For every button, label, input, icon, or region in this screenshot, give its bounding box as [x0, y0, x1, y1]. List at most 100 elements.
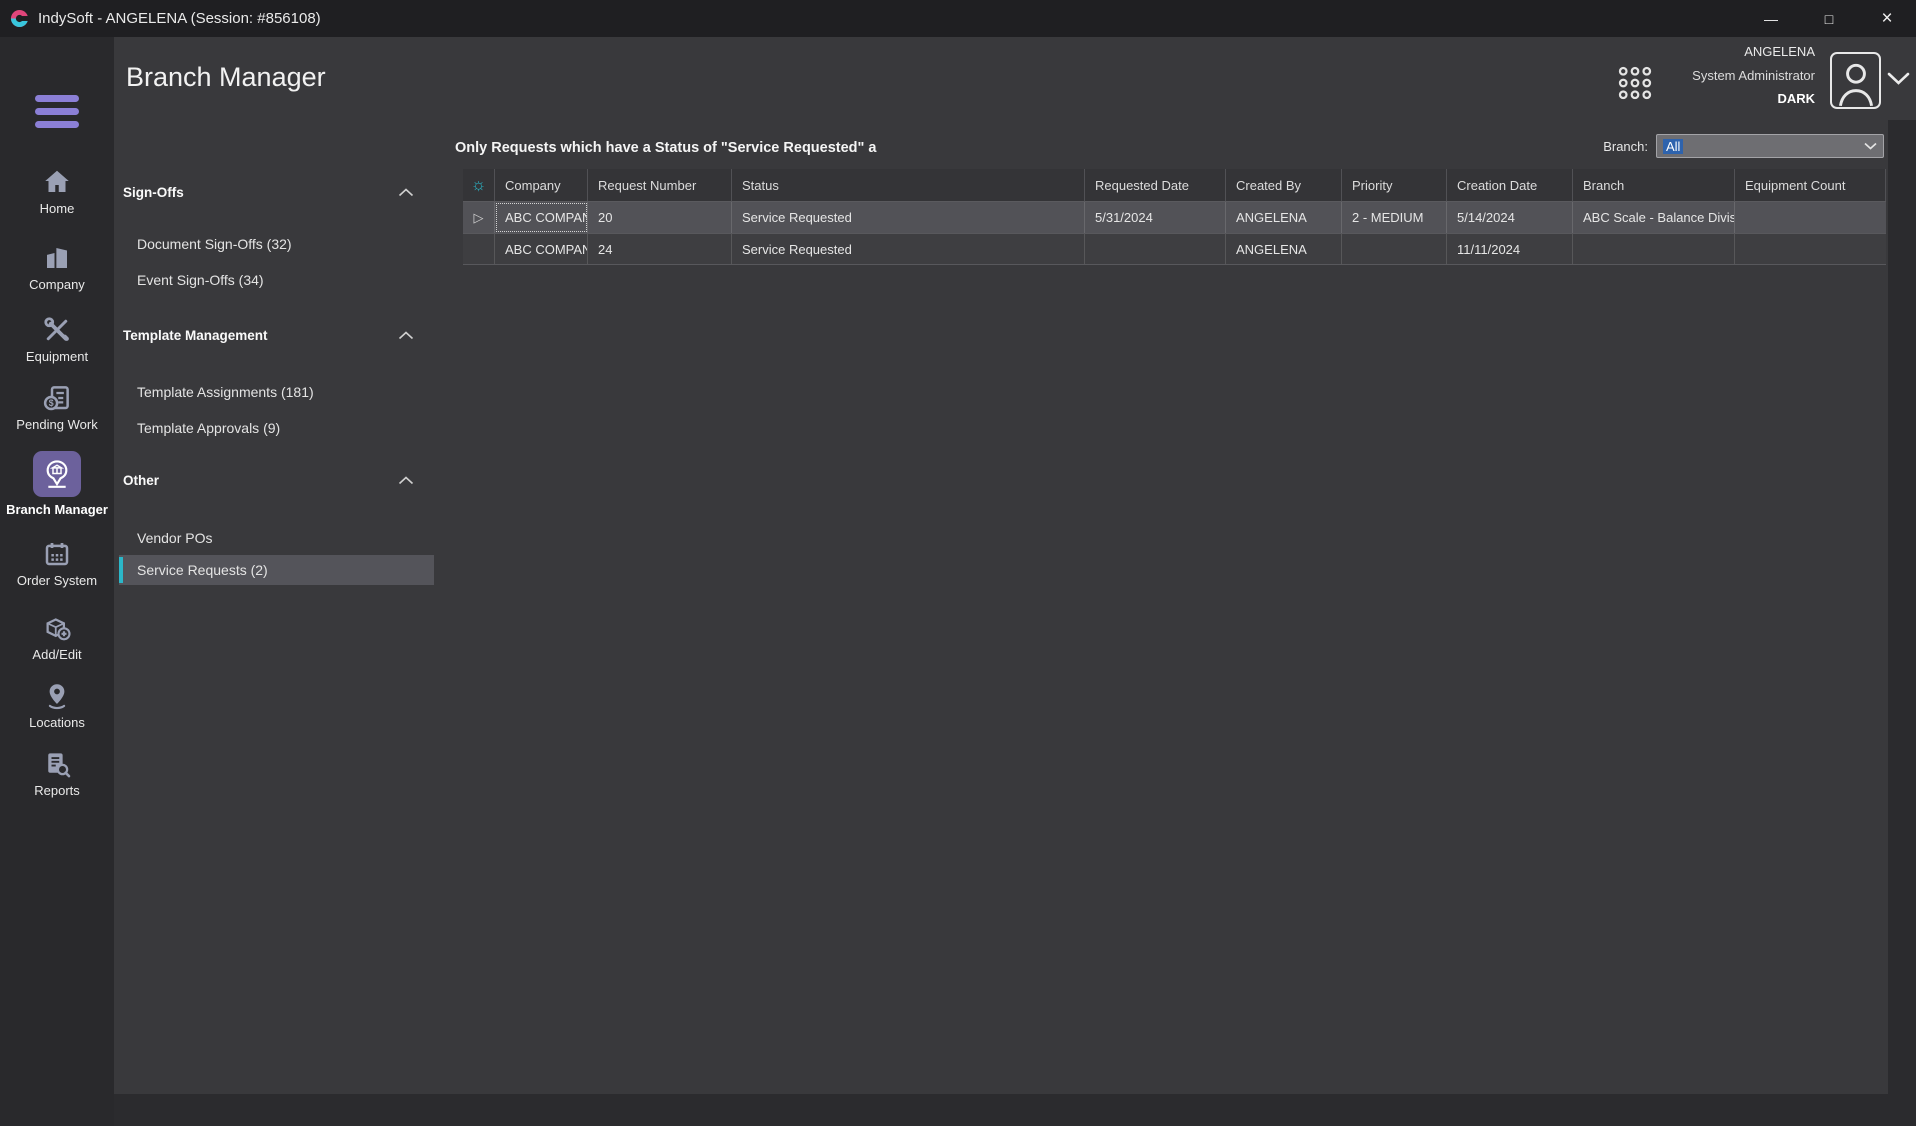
cell-creation-date[interactable]: 11/11/2024 [1447, 234, 1573, 264]
svg-text:$: $ [49, 398, 54, 408]
dropdown-chevron-icon [1864, 142, 1877, 150]
column-header-company[interactable]: Company [495, 169, 588, 201]
sidebar-item-order-system[interactable]: Order System [0, 539, 114, 588]
branch-filter-label: Branch: [1560, 139, 1648, 154]
sidebar-item-label: Equipment [0, 349, 114, 364]
panel-item-label: Vendor POs [137, 530, 213, 546]
grid-section-title: Only Requests which have a Status of "Se… [455, 140, 877, 156]
service-requests-table: ☼ Company Request Number Status Requeste… [463, 169, 1886, 265]
cell-status[interactable]: Service Requested [732, 234, 1085, 264]
table-row[interactable]: ▷ ABC COMPAN 20 Service Requested 5/31/2… [463, 202, 1886, 234]
column-header-created-by[interactable]: Created By [1226, 169, 1342, 201]
sidebar-item-add-edit[interactable]: Add/Edit [0, 613, 114, 662]
cell-request-number[interactable]: 24 [588, 234, 732, 264]
panel-item-event-sign-offs[interactable]: Event Sign-Offs (34) [119, 265, 434, 295]
column-header-creation-date[interactable]: Creation Date [1447, 169, 1573, 201]
sidebar-item-company[interactable]: Company [0, 243, 114, 292]
column-header-priority[interactable]: Priority [1342, 169, 1447, 201]
window-edge-bottom [114, 1094, 1916, 1126]
row-expand-icon: ▷ [474, 210, 484, 226]
cell-priority[interactable]: 2 - MEDIUM [1342, 202, 1447, 233]
panel-item-label: Template Approvals (9) [137, 420, 280, 436]
sidebar-item-label: Home [0, 201, 114, 216]
cell-branch[interactable]: ABC Scale - Balance Divisio [1573, 202, 1735, 233]
branch-manager-panel: Sign-Offs Document Sign-Offs (32) Event … [114, 37, 434, 1094]
section-title: Other [123, 473, 159, 488]
column-header-equipment-count[interactable]: Equipment Count [1735, 169, 1886, 201]
chevron-down-icon[interactable] [1887, 72, 1910, 90]
section-title: Sign-Offs [123, 185, 184, 200]
locations-icon [42, 681, 72, 711]
branch-manager-icon [41, 458, 73, 490]
apps-grid-icon[interactable] [1618, 66, 1652, 105]
panel-item-label: Template Assignments (181) [137, 384, 314, 400]
table-header-row: ☼ Company Request Number Status Requeste… [463, 169, 1886, 202]
theme-label: DARK [1692, 91, 1815, 106]
row-expand-button[interactable]: ▷ [463, 202, 495, 233]
panel-item-service-requests[interactable]: Service Requests (2) [119, 555, 434, 585]
cell-equipment-count[interactable] [1735, 234, 1886, 264]
maximize-button[interactable]: □ [1800, 0, 1858, 37]
maximize-icon: □ [1825, 11, 1833, 27]
branch-filter-dropdown[interactable]: All [1656, 134, 1884, 158]
panel-item-document-sign-offs[interactable]: Document Sign-Offs (32) [119, 229, 434, 259]
branch-filter-value: All [1663, 139, 1683, 154]
section-title: Template Management [123, 328, 268, 343]
order-system-icon [42, 539, 72, 569]
close-button[interactable]: × [1858, 0, 1916, 37]
sidebar-item-locations[interactable]: Locations [0, 681, 114, 730]
sidebar-item-reports[interactable]: Reports [0, 749, 114, 798]
indysoft-logo-icon [10, 9, 29, 28]
panel-item-template-approvals[interactable]: Template Approvals (9) [119, 413, 434, 443]
avatar-icon [1834, 57, 1878, 107]
grid-customize-button[interactable]: ☼ [463, 169, 495, 201]
sidebar-item-label: Branch Manager [0, 501, 114, 518]
user-role: System Administrator [1692, 68, 1815, 83]
section-sign-offs[interactable]: Sign-Offs [123, 181, 414, 203]
row-expand-button[interactable] [463, 234, 495, 264]
minimize-button[interactable]: — [1742, 0, 1800, 37]
avatar[interactable] [1830, 52, 1881, 109]
sidebar-item-label: Company [0, 277, 114, 292]
sidebar-item-label: Locations [0, 715, 114, 730]
chevron-up-icon [398, 331, 414, 340]
cell-priority[interactable] [1342, 234, 1447, 264]
cell-branch[interactable] [1573, 234, 1735, 264]
cell-requested-date[interactable] [1085, 234, 1226, 264]
panel-item-vendor-pos[interactable]: Vendor POs [119, 523, 434, 553]
panel-item-label: Service Requests (2) [137, 562, 268, 578]
column-header-request-number[interactable]: Request Number [588, 169, 732, 201]
cell-creation-date[interactable]: 5/14/2024 [1447, 202, 1573, 233]
cell-requested-date[interactable]: 5/31/2024 [1085, 202, 1226, 233]
user-info: ANGELENA System Administrator DARK [1692, 44, 1815, 106]
cell-equipment-count[interactable] [1735, 202, 1886, 233]
sidebar-item-equipment[interactable]: Equipment [0, 315, 114, 364]
cell-status[interactable]: Service Requested [732, 202, 1085, 233]
pending-work-icon: $ [42, 383, 72, 413]
panel-item-template-assignments[interactable]: Template Assignments (181) [119, 377, 434, 407]
chevron-up-icon [398, 476, 414, 485]
close-icon: × [1881, 8, 1892, 30]
cell-created-by[interactable]: ANGELENA [1226, 234, 1342, 264]
hamburger-menu-icon[interactable] [35, 95, 79, 128]
table-row[interactable]: ABC COMPAN 24 Service Requested ANGELENA… [463, 234, 1886, 265]
sidebar-item-branch-manager[interactable]: Branch Manager [0, 451, 114, 518]
home-icon [42, 167, 72, 197]
minimize-icon: — [1764, 11, 1778, 27]
column-header-branch[interactable]: Branch [1573, 169, 1735, 201]
section-other[interactable]: Other [123, 469, 414, 491]
window-title: IndySoft - ANGELENA (Session: #856108) [38, 10, 321, 27]
column-header-requested-date[interactable]: Requested Date [1085, 169, 1226, 201]
chevron-up-icon [398, 188, 414, 197]
cell-created-by[interactable]: ANGELENA [1226, 202, 1342, 233]
reports-icon [42, 749, 72, 779]
cell-company[interactable]: ABC COMPAN [495, 234, 588, 264]
sidebar-item-label: Reports [0, 783, 114, 798]
section-template-management[interactable]: Template Management [123, 324, 414, 346]
cell-request-number[interactable]: 20 [588, 202, 732, 233]
sidebar-item-pending-work[interactable]: $ Pending Work [0, 383, 114, 432]
column-header-status[interactable]: Status [732, 169, 1085, 201]
cell-company[interactable]: ABC COMPAN [495, 202, 588, 233]
sidebar-item-label: Add/Edit [0, 647, 114, 662]
sidebar-item-home[interactable]: Home [0, 167, 114, 216]
